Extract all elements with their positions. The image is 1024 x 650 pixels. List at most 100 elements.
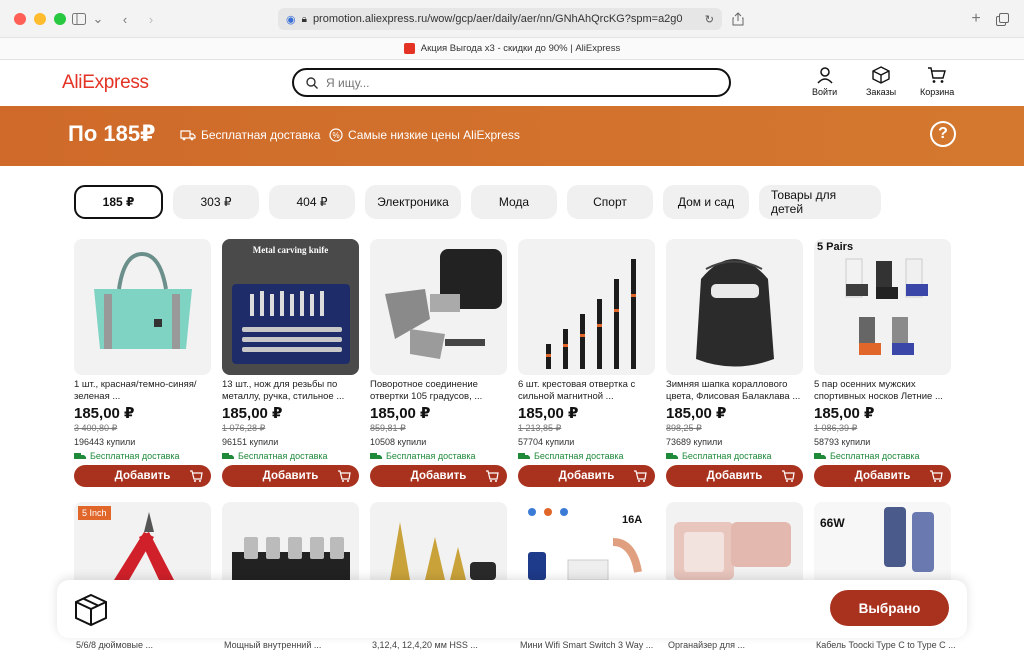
new-tab-icon[interactable]: + bbox=[966, 9, 986, 29]
product-image[interactable] bbox=[370, 239, 507, 375]
product-price: 185,00 ₽ bbox=[370, 405, 431, 422]
search-input[interactable] bbox=[326, 75, 706, 90]
orders-label: Заказы bbox=[866, 87, 897, 97]
chip-185[interactable]: 185 ₽ bbox=[74, 185, 163, 219]
product-image[interactable]: 66W bbox=[814, 502, 951, 580]
product-price: 185,00 ₽ bbox=[814, 405, 875, 422]
product-card[interactable] bbox=[222, 502, 359, 580]
product-card[interactable]: 5 Pairs 5 пар осенних мужских спортивных… bbox=[814, 239, 951, 487]
product-shipping: Бесплатная доставка bbox=[814, 451, 951, 461]
product-price: 185,00 ₽ bbox=[222, 405, 283, 422]
product-card[interactable]: Зимняя шапка кораллового цвета, Флисовая… bbox=[666, 239, 803, 487]
product-price: 185,00 ₽ bbox=[74, 405, 135, 422]
orders-button[interactable]: Заказы bbox=[866, 66, 896, 97]
truck-icon bbox=[518, 452, 530, 459]
add-to-cart-button[interactable]: Добавить bbox=[518, 465, 655, 487]
chevron-down-icon[interactable]: ⌄ bbox=[92, 9, 104, 29]
aliexpress-logo[interactable]: AliExpress bbox=[62, 72, 149, 94]
product-card[interactable]: Metal carving knife 13 шт., нож для резь… bbox=[222, 239, 359, 487]
product-image[interactable]: 5 Pairs bbox=[814, 239, 951, 375]
help-icon[interactable]: ? bbox=[930, 121, 956, 147]
package-icon[interactable] bbox=[73, 592, 109, 628]
product-card[interactable]: 1 шт., красная/темно-синяя/зеленая ... 1… bbox=[74, 239, 211, 487]
add-to-cart-button[interactable]: Добавить bbox=[74, 465, 211, 487]
product-sold-count: 57704 купили bbox=[518, 437, 575, 447]
product-image[interactable] bbox=[370, 502, 507, 580]
chip-electronics[interactable]: Электроника bbox=[365, 185, 461, 219]
row2-peek-title-4: Мини Wifi Smart Switch 3 Way ... bbox=[520, 640, 654, 650]
chip-404[interactable]: 404 ₽ bbox=[269, 185, 355, 219]
product-old-price: 3 400,80 ₽ bbox=[74, 423, 118, 433]
shipping-text: Бесплатная доставка bbox=[534, 451, 624, 461]
row2-peek-title-1: 5/6/8 дюймовые ... bbox=[76, 640, 153, 650]
product-image[interactable] bbox=[74, 239, 211, 375]
add-label: Добавить bbox=[706, 470, 763, 482]
product-old-price: 1 213,85 ₽ bbox=[518, 423, 562, 433]
add-cart-icon bbox=[782, 470, 795, 482]
product-image[interactable]: 5 Inch bbox=[74, 502, 211, 580]
product-image[interactable] bbox=[666, 239, 803, 375]
chip-303[interactable]: 303 ₽ bbox=[173, 185, 259, 219]
cart-icon bbox=[928, 67, 947, 83]
product-title: Зимняя шапка кораллового цвета, Флисовая… bbox=[666, 379, 801, 402]
share-icon[interactable] bbox=[728, 9, 748, 29]
product-sold-count: 196443 купили bbox=[74, 437, 136, 447]
product-title: 1 шт., красная/темно-синяя/зеленая ... bbox=[74, 379, 197, 402]
sidebar-icon[interactable] bbox=[68, 9, 90, 29]
selected-button[interactable]: Выбрано bbox=[830, 590, 949, 626]
percent-icon: % bbox=[329, 128, 343, 142]
product-card[interactable]: 66W bbox=[814, 502, 951, 580]
product-card[interactable]: 5 Inch bbox=[74, 502, 211, 580]
box-icon bbox=[872, 66, 890, 84]
row2-peek-title-2: Мощный внутренний ... bbox=[224, 640, 322, 650]
chip-fashion[interactable]: Мода bbox=[471, 185, 557, 219]
chip-home-garden[interactable]: Дом и сад bbox=[663, 185, 749, 219]
truck-icon bbox=[814, 452, 826, 459]
product-old-price: 859,81 ₽ bbox=[370, 423, 406, 433]
back-button[interactable]: ‹ bbox=[114, 9, 136, 29]
product-card[interactable] bbox=[666, 502, 803, 580]
truck-icon bbox=[222, 452, 234, 459]
search-icon bbox=[306, 76, 318, 89]
tab-title[interactable]: Акция Выгода х3 - скидки до 90% | AliExp… bbox=[421, 43, 620, 54]
search-box[interactable] bbox=[292, 68, 731, 97]
product-shipping: Бесплатная доставка bbox=[370, 451, 507, 461]
add-to-cart-button[interactable]: Добавить bbox=[666, 465, 803, 487]
address-bar[interactable]: ◉ 🔒︎ promotion.aliexpress.ru/wow/gcp/aer… bbox=[278, 8, 722, 30]
truck-icon bbox=[180, 130, 196, 141]
login-button[interactable]: Войти bbox=[812, 66, 837, 97]
product-card[interactable]: 16A bbox=[518, 502, 655, 580]
user-icon bbox=[817, 67, 833, 84]
cart-label: Корзина bbox=[920, 87, 955, 97]
product-card[interactable]: Поворотное соединение отвертки 105 граду… bbox=[370, 239, 507, 487]
url-text: promotion.aliexpress.ru/wow/gcp/aer/dail… bbox=[312, 13, 683, 25]
row2-peek-title-3: 3,12,4, 12,4,20 мм HSS ... bbox=[372, 640, 478, 650]
product-image[interactable] bbox=[222, 502, 359, 580]
selection-bar: Выбрано bbox=[57, 580, 967, 638]
lowest-prices-text: Самые низкие цены AliExpress bbox=[348, 128, 520, 142]
tabs-overview-icon[interactable] bbox=[992, 9, 1012, 29]
tab-bar[interactable]: Акция Выгода х3 - скидки до 90% | AliExp… bbox=[0, 38, 1024, 60]
add-to-cart-button[interactable]: Добавить bbox=[222, 465, 359, 487]
product-card[interactable]: 6 шт. крестовая отвертка с сильной магни… bbox=[518, 239, 655, 487]
cart-button[interactable]: Корзина bbox=[920, 66, 954, 97]
banner-title: По 185₽ bbox=[68, 121, 156, 146]
minimize-window-button[interactable] bbox=[34, 13, 46, 25]
product-image[interactable] bbox=[666, 502, 803, 580]
add-cart-icon bbox=[634, 470, 647, 482]
add-to-cart-button[interactable]: Добавить bbox=[370, 465, 507, 487]
zoom-window-button[interactable] bbox=[54, 13, 66, 25]
product-image[interactable]: 16A bbox=[518, 502, 655, 580]
forward-button[interactable]: › bbox=[140, 9, 162, 29]
product-image[interactable] bbox=[518, 239, 655, 375]
product-card[interactable] bbox=[370, 502, 507, 580]
product-image[interactable]: Metal carving knife bbox=[222, 239, 359, 375]
chip-kids[interactable]: Товары для детей bbox=[759, 185, 881, 219]
add-to-cart-button[interactable]: Добавить bbox=[814, 465, 951, 487]
reload-icon[interactable]: ↻ bbox=[705, 13, 714, 26]
truck-icon bbox=[370, 452, 382, 459]
close-window-button[interactable] bbox=[14, 13, 26, 25]
chip-sport[interactable]: Спорт bbox=[567, 185, 653, 219]
truck-icon bbox=[666, 452, 678, 459]
aliexpress-favicon-icon bbox=[403, 43, 415, 54]
